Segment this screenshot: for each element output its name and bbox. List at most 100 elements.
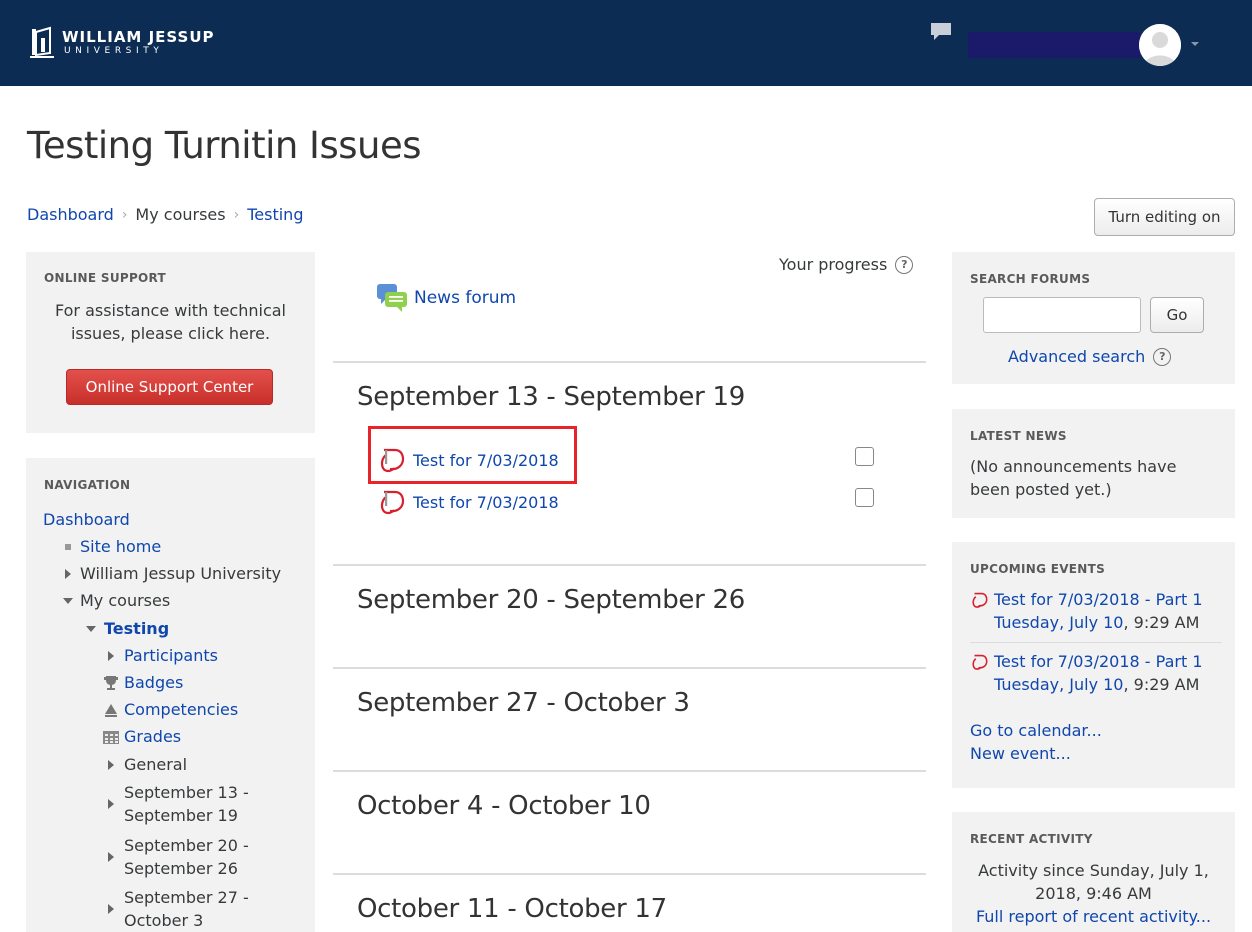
upcoming-event-date-2[interactable]: Tuesday, July 10: [994, 675, 1123, 694]
breadcrumb: Dashboard › My courses › Testing: [27, 205, 303, 224]
search-go-button[interactable]: Go: [1150, 297, 1204, 333]
online-support-center-button[interactable]: Online Support Center: [66, 369, 273, 405]
nav-competencies[interactable]: Competencies: [102, 698, 238, 721]
breadcrumb-dashboard[interactable]: Dashboard: [27, 205, 114, 224]
breadcrumb-my-courses: My courses: [135, 205, 226, 224]
nav-participants[interactable]: Participants: [102, 644, 218, 667]
section-title-sep20[interactable]: September 20 - September 26: [357, 585, 745, 615]
nav-my-courses-label[interactable]: My courses: [80, 589, 170, 612]
news-forum-link[interactable]: News forum: [414, 288, 516, 308]
news-forum-activity[interactable]: News forum: [376, 283, 516, 313]
nav-section-sep13[interactable]: September 13 - September 19: [102, 781, 249, 827]
triangle-icon: [105, 703, 117, 717]
nav-general-label[interactable]: General: [124, 753, 187, 776]
turn-editing-on-button[interactable]: Turn editing on: [1094, 198, 1235, 236]
forum-icon: [377, 284, 407, 312]
trophy-icon: [104, 675, 118, 690]
go-to-calendar-link[interactable]: Go to calendar...: [970, 719, 1102, 742]
advanced-search[interactable]: Advanced search ?: [1008, 347, 1172, 366]
upcoming-event-date-1[interactable]: Tuesday, July 10: [994, 613, 1123, 632]
expand-right-icon[interactable]: [108, 759, 114, 770]
turnitin-activity-link-2[interactable]: Test for 7/03/2018: [413, 493, 559, 512]
logo-line-1: WILLIAM JESSUP: [62, 28, 215, 46]
full-report-link[interactable]: Full report of recent activity...: [976, 907, 1211, 926]
nav-section-sep20-label-2[interactable]: September 26: [124, 857, 249, 880]
user-name-redacted[interactable]: [968, 32, 1140, 58]
upcoming-event-link-1[interactable]: Test for 7/03/2018 - Part 1: [994, 588, 1203, 611]
nav-general[interactable]: General: [102, 753, 187, 776]
event-divider: [970, 642, 1222, 643]
expand-right-icon[interactable]: [108, 904, 114, 914]
nav-william-jessup[interactable]: William Jessup University: [59, 562, 281, 585]
section-title-sep27[interactable]: September 27 - October 3: [357, 688, 690, 718]
table-icon: [103, 730, 119, 744]
question-circle-icon[interactable]: ?: [895, 255, 914, 274]
avatar[interactable]: [1139, 24, 1181, 66]
university-logo[interactable]: WILLIAM JESSUP UNIVERSITY: [30, 26, 215, 60]
latest-news-block: LATEST NEWS (No announcements have been …: [952, 409, 1235, 518]
nav-site-home[interactable]: Site home: [59, 535, 161, 558]
nav-grades-label[interactable]: Grades: [124, 725, 181, 748]
nav-dashboard[interactable]: Dashboard: [43, 508, 130, 531]
section-divider: [333, 667, 926, 669]
turnitin-icon: [380, 490, 405, 515]
recent-activity-since: Activity since Sunday, July 1, 2018, 9:4…: [978, 861, 1209, 903]
logo-mark-icon: [30, 26, 54, 58]
turnitin-activity-2[interactable]: Test for 7/03/2018: [377, 488, 559, 516]
completion-checkbox-1[interactable]: [855, 447, 874, 466]
breadcrumb-separator-icon: ›: [121, 206, 128, 223]
nav-site-home-label[interactable]: Site home: [80, 535, 161, 558]
nav-section-sep13-label-2[interactable]: September 19: [124, 804, 249, 827]
question-circle-icon[interactable]: ?: [1153, 347, 1172, 366]
nav-competencies-label[interactable]: Competencies: [124, 698, 238, 721]
nav-section-sep13-label-1[interactable]: September 13 -: [124, 781, 249, 804]
expand-right-icon[interactable]: [108, 650, 114, 661]
nav-testing-label[interactable]: Testing: [104, 617, 169, 640]
new-event-link[interactable]: New event...: [970, 742, 1071, 765]
expand-right-icon[interactable]: [108, 852, 114, 862]
nav-dashboard-label[interactable]: Dashboard: [43, 508, 130, 531]
collapse-down-icon[interactable]: [63, 597, 73, 604]
section-title-sep13[interactable]: September 13 - September 19: [357, 382, 745, 412]
nav-section-sep27[interactable]: September 27 - October 3: [102, 886, 249, 932]
upcoming-event-2: Test for 7/03/2018 - Part 1 Tuesday, Jul…: [970, 650, 1222, 696]
chevron-down-icon[interactable]: [1191, 42, 1199, 46]
latest-news-title: LATEST NEWS: [970, 429, 1067, 443]
turnitin-icon: [972, 592, 988, 608]
nav-section-sep27-label-2[interactable]: October 3: [124, 909, 249, 932]
breadcrumb-testing[interactable]: Testing: [247, 205, 303, 224]
your-progress-label: Your progress: [779, 255, 888, 274]
expand-right-icon[interactable]: [108, 799, 114, 809]
advanced-search-link[interactable]: Advanced search: [1008, 347, 1145, 366]
online-support-title: ONLINE SUPPORT: [44, 271, 167, 285]
search-forums-block: SEARCH FORUMS Go Advanced search ?: [952, 252, 1235, 384]
nav-badges-label[interactable]: Badges: [124, 671, 183, 694]
expand-right-icon[interactable]: [65, 568, 71, 579]
bullet-icon: [65, 543, 71, 550]
nav-grades[interactable]: Grades: [102, 725, 181, 748]
search-forums-input[interactable]: [983, 297, 1141, 333]
nav-my-courses[interactable]: My courses: [59, 589, 170, 612]
section-title-oct4[interactable]: October 4 - October 10: [357, 791, 651, 821]
recent-activity-text: Activity since Sunday, July 1, 2018, 9:4…: [962, 859, 1225, 928]
nav-section-sep27-label-1[interactable]: September 27 -: [124, 886, 249, 909]
speech-bubble-icon[interactable]: [930, 22, 952, 42]
navigation-title: NAVIGATION: [44, 478, 131, 492]
nav-participants-label[interactable]: Participants: [124, 644, 218, 667]
nav-badges[interactable]: Badges: [102, 671, 183, 694]
top-navbar: WILLIAM JESSUP UNIVERSITY: [0, 0, 1252, 86]
nav-section-sep20-label-1[interactable]: September 20 -: [124, 834, 249, 857]
upcoming-event-time-1: , 9:29 AM: [1123, 613, 1200, 632]
section-divider: [333, 361, 926, 363]
upcoming-events-title: UPCOMING EVENTS: [970, 562, 1106, 576]
breadcrumb-separator-icon: ›: [233, 206, 240, 223]
nav-testing[interactable]: Testing: [82, 617, 169, 640]
section-title-oct11[interactable]: October 11 - October 17: [357, 894, 667, 924]
page-title: Testing Turnitin Issues: [27, 124, 422, 167]
collapse-down-icon[interactable]: [86, 625, 96, 632]
nav-section-sep20[interactable]: September 20 - September 26: [102, 834, 249, 880]
upcoming-event-link-2[interactable]: Test for 7/03/2018 - Part 1: [994, 650, 1203, 673]
completion-checkbox-2[interactable]: [855, 488, 874, 507]
section-divider: [333, 770, 926, 772]
nav-william-jessup-label[interactable]: William Jessup University: [80, 562, 281, 585]
